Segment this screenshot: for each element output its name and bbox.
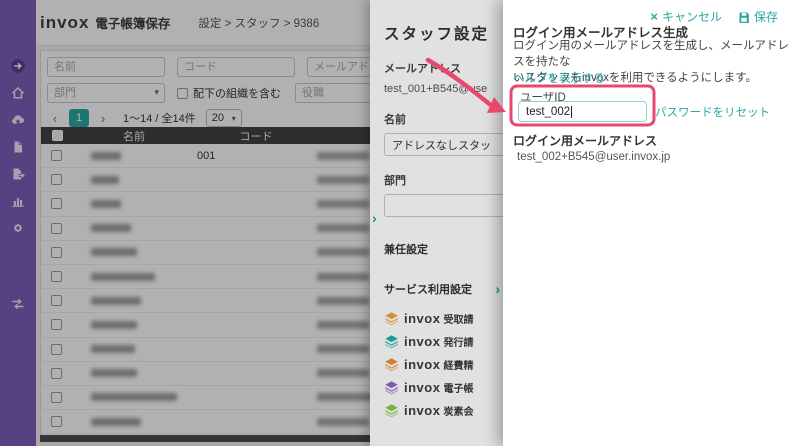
userid-value: test_002 (526, 105, 571, 118)
login-email-value: test_002+B545@user.invox.jp (517, 151, 671, 163)
save-icon (739, 12, 749, 23)
save-label: 保存 (753, 10, 778, 24)
save-button[interactable]: 保存 (738, 8, 778, 25)
login-email-drawer: × キャンセル 保存 ログイン用メールアドレス生成 ログイン用のメールアドレスを… (503, 0, 800, 446)
userid-input[interactable]: test_002 (518, 101, 647, 122)
dim-overlay-front (0, 0, 503, 446)
help-link[interactable]: ヘルプを表示する (513, 70, 605, 86)
text-caret (571, 105, 573, 118)
description-line1: ログイン用のメールアドレスを生成し、メールアドレスを持たな (513, 40, 789, 68)
app-window: invox 電子帳簿保存 設定 > スタッフ > 9386 名前 コード メール… (0, 0, 800, 446)
login-email-label: ログイン用メールアドレス (513, 134, 658, 148)
password-reset-link[interactable]: パスワードをリセット (655, 104, 770, 120)
